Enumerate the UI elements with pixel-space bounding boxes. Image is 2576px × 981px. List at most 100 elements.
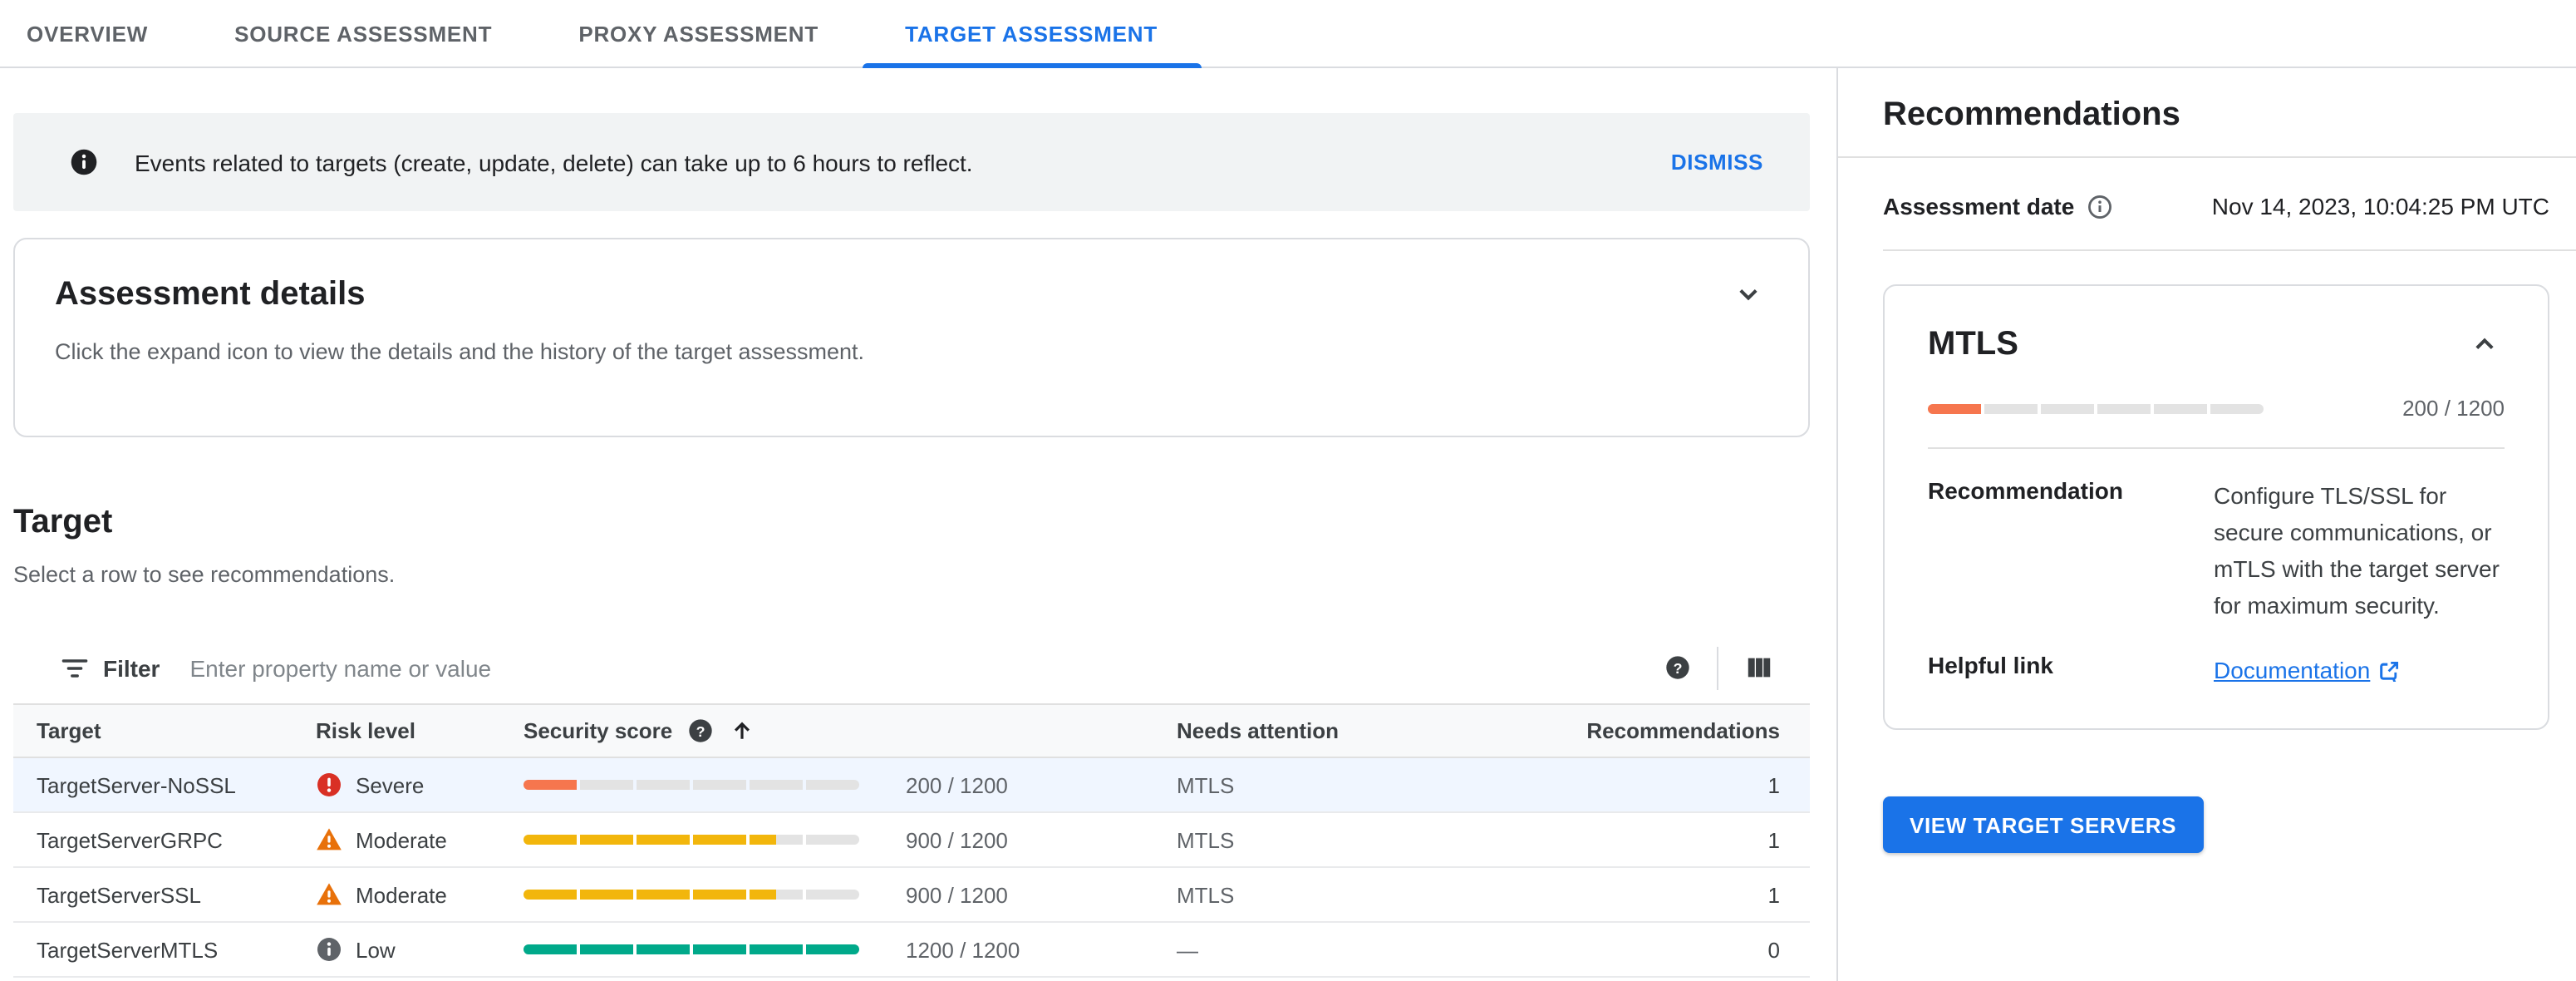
recommendations-panel: Recommendations Assessment date Nov 14, … [1836, 68, 2576, 981]
risk-level-label: Severe [356, 772, 425, 797]
info-icon [70, 148, 98, 176]
card-divider [1928, 447, 2505, 449]
assessment-date-value: Nov 14, 2023, 10:04:25 PM UTC [2211, 193, 2549, 219]
column-settings-icon[interactable] [1745, 653, 1773, 682]
column-header-risk[interactable]: Risk level [302, 718, 500, 743]
security-score-value: 200 / 1200 [906, 772, 1008, 797]
table-row[interactable]: TargetServerSSL Moderate 900 / 1200 MTLS… [13, 868, 1810, 923]
assessment-date-label: Assessment date [1883, 193, 2075, 219]
assessment-date-row: Assessment date Nov 14, 2023, 10:04:25 P… [1883, 193, 2549, 219]
sort-ascending-icon[interactable] [729, 718, 754, 743]
filter-icon [60, 653, 90, 683]
low-risk-icon [316, 936, 342, 963]
recommendations-count: 1 [1767, 882, 1780, 907]
assessment-details-title: Assessment details [55, 275, 366, 312]
mtls-score-value: 200 / 1200 [2402, 396, 2505, 421]
recommendations-count: 0 [1767, 937, 1780, 962]
assessment-details-description: Click the expand icon to view the detail… [55, 339, 865, 364]
target-section-subtitle: Select a row to see recommendations. [13, 562, 396, 587]
column-header-target[interactable]: Target [13, 718, 302, 743]
security-score-cell: 1200 / 1200 [500, 937, 1153, 962]
security-score-value: 1200 / 1200 [906, 937, 1020, 962]
security-score-bar [524, 944, 859, 954]
documentation-link[interactable]: Documentation [2214, 652, 2400, 688]
risk-level-label: Low [356, 937, 396, 962]
severe-risk-icon [316, 771, 342, 798]
recommendations-count: 1 [1767, 772, 1780, 797]
main-content: Events related to targets (create, updat… [0, 68, 1836, 981]
mtls-card-title: MTLS [1928, 325, 2018, 362]
security-score-bar [524, 780, 859, 790]
view-target-servers-button[interactable]: VIEW TARGET SERVERS [1883, 796, 2204, 853]
security-score-cell: 900 / 1200 [500, 882, 1153, 907]
mtls-score-row: 200 / 1200 [1928, 396, 2505, 421]
risk-level-label: Moderate [356, 882, 447, 907]
target-name: TargetServer-NoSSL [37, 772, 236, 797]
filter-label: Filter [103, 654, 160, 681]
security-score-cell: 200 / 1200 [500, 772, 1153, 797]
table-row[interactable]: TargetServer-NoSSL Severe 200 / 1200 MTL… [13, 758, 1810, 813]
needs-attention-value: MTLS [1177, 882, 1235, 907]
recommendations-title: Recommendations [1883, 96, 2180, 133]
mtls-card-header: MTLS [1928, 324, 2505, 364]
table-row[interactable]: TargetServerGRPC Moderate 900 / 1200 MTL… [13, 813, 1810, 868]
helpful-link-row: Helpful link Documentation [1928, 652, 2505, 688]
column-header-recommendations[interactable]: Recommendations [1576, 718, 1810, 743]
toolbar-divider [1717, 646, 1718, 689]
risk-level-cell: Moderate [302, 881, 500, 908]
tab-target-assessment[interactable]: TARGET ASSESSMENT [862, 0, 1202, 68]
needs-attention-value: MTLS [1177, 827, 1235, 852]
mtls-recommendation-card: MTLS 200 / 1200 Recommendation Configure… [1883, 284, 2549, 730]
security-score-value: 900 / 1200 [906, 882, 1008, 907]
risk-level-cell: Low [302, 936, 500, 963]
target-assessment-page: OVERVIEW SOURCE ASSESSMENT PROXY ASSESSMEN… [0, 0, 2576, 981]
column-header-score[interactable]: Security score ? [500, 718, 1153, 743]
target-name: TargetServerMTLS [37, 937, 219, 962]
table-header: Target Risk level Security score ? Needs… [13, 705, 1810, 758]
risk-level-cell: Moderate [302, 826, 500, 853]
assessment-details-header: Assessment details [55, 274, 1768, 314]
score-help-icon[interactable]: ? [687, 718, 712, 743]
info-outline-icon[interactable] [2087, 194, 2112, 219]
svg-text:?: ? [1674, 660, 1683, 677]
help-icon[interactable]: ? [1665, 655, 1690, 680]
dismiss-button[interactable]: DISMISS [1671, 150, 1763, 175]
tab-source-assessment[interactable]: SOURCE ASSESSMENT [191, 0, 535, 67]
chevron-down-icon[interactable] [1728, 274, 1768, 314]
filter-toolbar: Filter ? [13, 632, 1810, 705]
helpful-link-label: Helpful link [1928, 652, 2053, 678]
moderate-risk-icon [316, 881, 342, 908]
needs-attention-value: MTLS [1177, 772, 1235, 797]
info-banner: Events related to targets (create, updat… [13, 113, 1810, 211]
tab-proxy-assessment[interactable]: PROXY ASSESSMENT [535, 0, 862, 67]
security-score-bar [524, 890, 859, 900]
column-header-attention[interactable]: Needs attention [1153, 718, 1576, 743]
table-body: TargetServer-NoSSL Severe 200 / 1200 MTL… [13, 758, 1810, 978]
moderate-risk-icon [316, 826, 342, 853]
page-content: Events related to targets (create, updat… [0, 68, 2576, 981]
security-score-value: 900 / 1200 [906, 827, 1008, 852]
banner-message: Events related to targets (create, updat… [135, 149, 973, 175]
target-name: TargetServerSSL [37, 882, 201, 907]
svg-text:?: ? [696, 723, 705, 740]
recommendation-row: Recommendation Configure TLS/SSL for sec… [1928, 477, 2505, 624]
filter-input[interactable] [189, 654, 1665, 681]
needs-attention-value: — [1177, 937, 1198, 962]
tab-overview[interactable]: OVERVIEW [0, 0, 191, 67]
target-section-title: Target [13, 504, 113, 540]
security-score-header-label: Security score [524, 718, 673, 743]
chevron-up-icon[interactable] [2465, 324, 2505, 364]
risk-level-label: Moderate [356, 827, 447, 852]
external-link-icon [2378, 659, 2400, 681]
security-score-cell: 900 / 1200 [500, 827, 1153, 852]
tab-bar: OVERVIEW SOURCE ASSESSMENT PROXY ASSESSMEN… [0, 0, 2576, 68]
panel-divider [1838, 156, 2576, 158]
risk-level-cell: Severe [302, 771, 500, 798]
recommendations-count: 1 [1767, 827, 1780, 852]
mtls-score-bar [1928, 403, 2264, 413]
date-divider [1883, 249, 2576, 251]
table-row[interactable]: TargetServerMTLS Low 1200 / 1200 — 0 [13, 923, 1810, 978]
target-name: TargetServerGRPC [37, 827, 223, 852]
assessment-details-card: Assessment details Click the expand icon… [13, 238, 1810, 437]
security-score-bar [524, 835, 859, 845]
